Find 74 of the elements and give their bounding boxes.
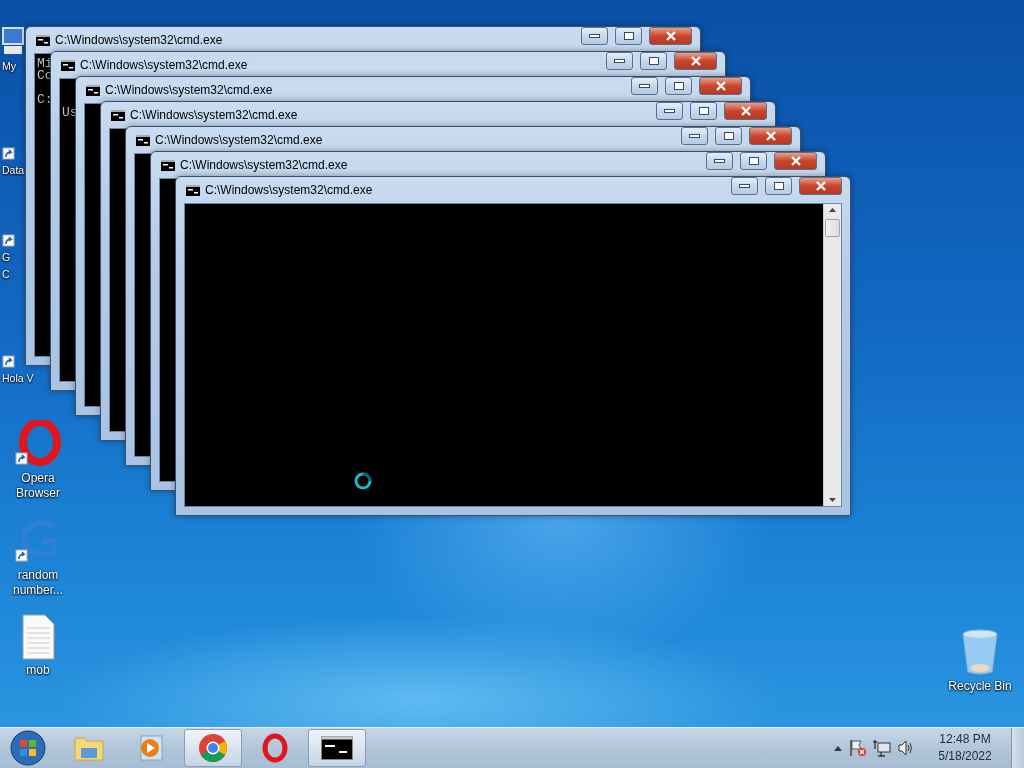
busy-cursor-icon	[353, 471, 373, 491]
minimize-button[interactable]	[681, 127, 708, 145]
close-icon	[689, 56, 702, 66]
icon-label: C	[2, 267, 10, 281]
maximize-button[interactable]	[640, 52, 667, 70]
shortcut-arrow-icon	[2, 234, 15, 247]
maximize-button[interactable]	[715, 127, 742, 145]
recycle-bin-icon	[960, 628, 1000, 676]
taskbar-button[interactable]	[308, 729, 366, 767]
console-icon	[136, 134, 150, 146]
maximize-button[interactable]	[690, 102, 717, 120]
maximize-button[interactable]	[615, 27, 642, 45]
close-icon	[789, 156, 802, 166]
icon-label: Hola V	[2, 371, 34, 385]
clock-time[interactable]: 12:48 PM	[939, 731, 991, 748]
minimize-button[interactable]	[581, 27, 608, 45]
opera-icon	[14, 420, 62, 468]
minimize-button[interactable]	[706, 152, 733, 170]
close-icon	[739, 106, 752, 116]
window-title: C:\Windows\system32\cmd.exe	[180, 158, 349, 172]
shortcut-arrow-icon	[2, 355, 15, 368]
window-title: C:\Windows\system32\cmd.exe	[155, 133, 324, 147]
console-icon	[86, 84, 100, 96]
console-icon	[161, 159, 175, 171]
icon-label: G	[2, 250, 11, 264]
window-title: C:\Windows\system32\cmd.exe	[105, 83, 274, 97]
icon-label: Recycle Bin	[948, 679, 1012, 694]
folder-icon	[73, 734, 105, 762]
shortcut-arrow-icon	[2, 147, 15, 160]
close-icon	[714, 81, 727, 91]
maximize-button[interactable]	[665, 77, 692, 95]
console-icon	[321, 736, 353, 760]
volume-icon[interactable]	[897, 739, 915, 757]
window-title: C:\Windows\system32\cmd.exe	[130, 108, 299, 122]
close-button[interactable]	[674, 52, 717, 70]
close-button[interactable]	[749, 127, 792, 145]
maximize-button[interactable]	[740, 152, 767, 170]
window-title: C:\Windows\system32\cmd.exe	[80, 58, 249, 72]
close-button[interactable]	[774, 152, 817, 170]
close-button[interactable]	[724, 102, 767, 120]
window-title: C:\Windows\system32\cmd.exe	[205, 183, 374, 197]
media-player-icon	[138, 734, 164, 762]
close-button[interactable]	[799, 177, 842, 195]
network-icon[interactable]	[873, 739, 891, 757]
chrome-icon	[198, 733, 228, 763]
close-icon	[814, 181, 827, 191]
console-icon	[36, 34, 50, 46]
computer-icon	[2, 26, 24, 56]
close-button[interactable]	[699, 77, 742, 95]
flag-warning-icon[interactable]	[849, 739, 867, 757]
console-icon	[186, 184, 200, 196]
minimize-button[interactable]	[656, 102, 683, 120]
console-icon	[111, 109, 125, 121]
icon-label: mob	[26, 663, 50, 678]
maximize-button[interactable]	[765, 177, 792, 195]
close-icon	[764, 131, 777, 141]
close-icon	[664, 31, 677, 41]
minimize-button[interactable]	[731, 177, 758, 195]
minimize-button[interactable]	[606, 52, 633, 70]
icon-label: My	[2, 59, 16, 73]
document-icon	[20, 614, 56, 660]
start-orb-icon	[10, 730, 46, 766]
scroll-thumb[interactable]	[825, 219, 840, 237]
scrollbar[interactable]	[823, 204, 841, 506]
close-button[interactable]	[649, 27, 692, 45]
icon-label: Opera Browser	[15, 471, 61, 501]
show-hidden-icons-icon[interactable]	[833, 744, 843, 752]
icon-label: random number...	[12, 568, 64, 598]
minimize-button[interactable]	[631, 77, 658, 95]
console-icon	[61, 59, 75, 71]
opera-icon	[261, 733, 289, 763]
clock-date[interactable]: 5/18/2022	[938, 748, 992, 765]
window-title: C:\Windows\system32\cmd.exe	[55, 33, 224, 47]
icon-label: Data	[2, 163, 25, 177]
